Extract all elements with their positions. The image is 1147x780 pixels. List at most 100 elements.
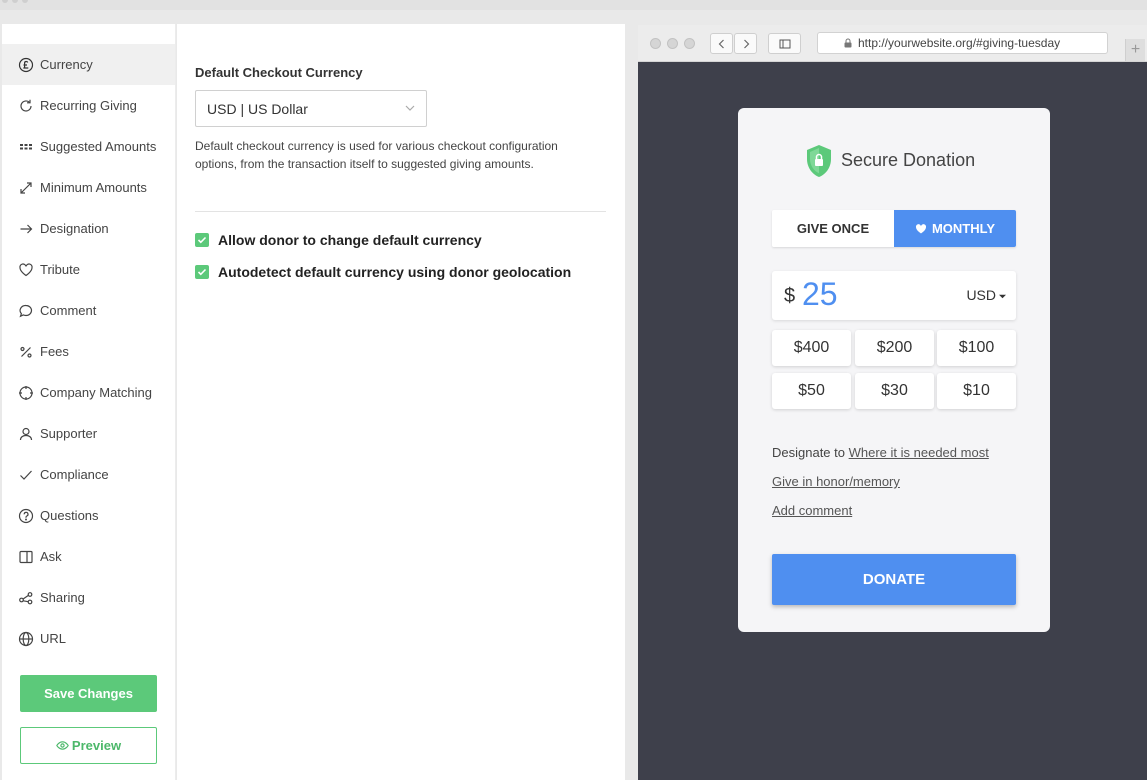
share-icon [17,589,35,607]
preview-label: Preview [71,738,122,753]
sidebar-item-fees[interactable]: Fees [2,331,175,372]
settings-sidebar: Currency Recurring Giving Suggested Amou… [2,24,176,780]
traffic-light [684,38,695,49]
sidebar-item-questions[interactable]: Questions [2,495,175,536]
sidebar-item-suggested-amounts[interactable]: Suggested Amounts [2,126,175,167]
refresh-icon [17,97,35,115]
monthly-tab[interactable]: MONTHLY [894,210,1016,247]
checkbox-checked-icon [195,233,209,247]
amount-option-button[interactable]: $30 [855,373,934,409]
eye-icon [56,741,69,750]
sidebar-item-supporter[interactable]: Supporter [2,413,175,454]
amount-option-button[interactable]: $100 [937,330,1016,366]
save-changes-button[interactable]: Save Changes [20,675,157,712]
sidebar-item-designation[interactable]: Designation [2,208,175,249]
arrow-right-icon [17,220,35,238]
amount-option-button[interactable]: $10 [937,373,1016,409]
monthly-label: MONTHLY [931,221,996,236]
browser-preview: http://yourwebsite.org/#giving-tuesday +… [638,25,1147,780]
url-text: http://yourwebsite.org/#giving-tuesday [858,36,1061,50]
sidebar-item-url[interactable]: URL [2,618,175,659]
currency-select[interactable]: USD | US Dollar [195,90,427,127]
add-comment-link[interactable]: Add comment [772,503,852,518]
heart-icon [17,261,35,279]
checkbox-label: Allow donor to change default currency [218,232,482,248]
chevron-down-icon [405,105,415,111]
sidebar-toggle-button[interactable] [768,33,801,54]
donation-form-card: Secure Donation GIVE ONCE MONTHLY $ 25 U… [738,108,1050,632]
grid-icon [17,138,35,156]
sidebar-item-company-matching[interactable]: Company Matching [2,372,175,413]
window-dot [2,0,8,3]
lock-icon [844,38,852,48]
pound-circle-icon [17,56,35,74]
card-title: Secure Donation [841,150,976,170]
traffic-light [667,38,678,49]
globe-icon [17,630,35,648]
expand-icon [17,179,35,197]
sidebar-item-label: Company Matching [40,385,152,400]
frequency-toggle: GIVE ONCE MONTHLY [772,210,1016,247]
designation-link[interactable]: Where it is needed most [849,445,989,460]
traffic-light [650,38,661,49]
currency-settings-panel: Default Checkout Currency USD | US Dolla… [177,24,625,780]
question-icon [17,507,35,525]
sidebar-item-recurring-giving[interactable]: Recurring Giving [2,85,175,126]
allow-change-currency-checkbox[interactable]: Allow donor to change default currency [195,232,482,248]
sidebar-item-comment[interactable]: Comment [2,290,175,331]
checkbox-checked-icon [195,265,209,279]
comment-icon [17,302,35,320]
percent-icon [17,343,35,361]
donate-button[interactable]: DONATE [772,554,1016,605]
forward-button[interactable] [734,33,757,54]
amount-option-button[interactable]: $400 [772,330,851,366]
sidebar-item-label: Compliance [40,467,109,482]
sidebar-item-label: Questions [40,508,99,523]
honor-memory-link[interactable]: Give in honor/memory [772,474,900,489]
sidebar-item-label: Suggested Amounts [40,139,157,154]
window-dot [22,0,28,3]
heart-icon [915,223,927,233]
sidebar-item-ask[interactable]: Ask [2,536,175,577]
sidebar-item-label: Recurring Giving [40,98,137,113]
sidebar-item-compliance[interactable]: Compliance [2,454,175,495]
panel-icon [17,548,35,566]
url-bar[interactable]: http://yourwebsite.org/#giving-tuesday [817,32,1108,54]
divider [195,211,606,212]
browser-toolbar: http://yourwebsite.org/#giving-tuesday + [638,25,1147,62]
window-top-strip [0,0,1147,10]
sidebar-item-label: Tribute [40,262,80,277]
amount-option-button[interactable]: $200 [855,330,934,366]
shield-lock-icon [807,145,831,177]
currency-select-value: USD | US Dollar [207,100,308,117]
sidebar-item-sharing[interactable]: Sharing [2,577,175,618]
currency-dropdown[interactable]: USD [966,287,1006,303]
sidebar-item-label: Comment [40,303,97,318]
chevron-right-icon [743,39,749,48]
sidebar-item-tribute[interactable]: Tribute [2,249,175,290]
caret-down-icon [999,294,1006,299]
sidebar-icon [779,39,790,48]
sidebar-item-currency[interactable]: Currency [2,44,175,85]
crosshair-icon [17,384,35,402]
give-once-tab[interactable]: GIVE ONCE [772,210,894,247]
help-text: Default checkout currency is used for va… [195,139,558,171]
amount-input[interactable]: $ 25 USD [772,271,1016,320]
comment-row: Add comment [772,503,852,518]
sidebar-item-label: Fees [40,344,69,359]
back-button[interactable] [710,33,733,54]
new-tab-button[interactable]: + [1125,39,1145,61]
sidebar-item-minimum-amounts[interactable]: Minimum Amounts [2,167,175,208]
sidebar-item-label: Currency [40,57,93,72]
preview-button[interactable]: Preview [20,727,157,764]
amount-value: 25 [802,276,838,312]
amount-option-button[interactable]: $50 [772,373,851,409]
sidebar-item-label: Minimum Amounts [40,180,147,195]
autodetect-currency-checkbox[interactable]: Autodetect default currency using donor … [195,264,571,280]
designation-row: Designate to Where it is needed most [772,445,989,460]
sidebar-item-label: Sharing [40,590,85,605]
user-icon [17,425,35,443]
tribute-row: Give in honor/memory [772,474,900,489]
currency-code: USD [966,287,996,303]
